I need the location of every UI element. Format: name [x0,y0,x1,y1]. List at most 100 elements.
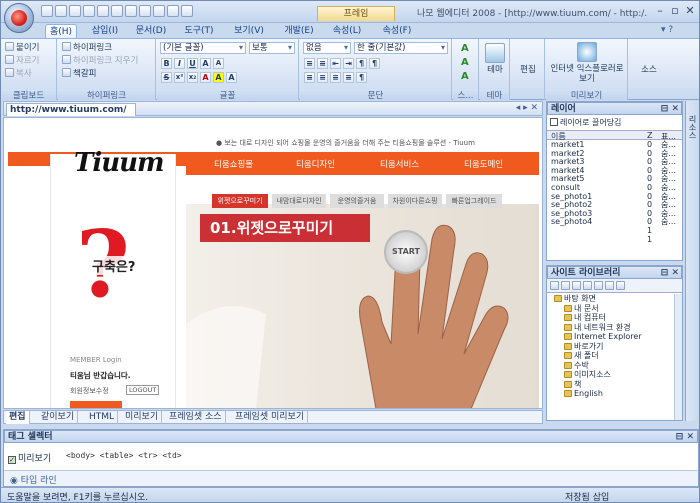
member-edit-link[interactable]: 회원정보수정 [70,386,109,396]
print-icon[interactable] [83,5,95,17]
close-icon[interactable]: ✕ [683,4,697,18]
superscript-button[interactable]: x² [174,72,185,83]
cut-button[interactable]: 자르기 [5,55,39,67]
underline-button[interactable]: U [187,58,198,69]
tree-item[interactable]: English [550,389,679,399]
style-b-icon[interactable]: A [461,57,469,68]
strike-button[interactable]: S [161,72,172,83]
font-face-select[interactable]: (기본 글꼴) [160,42,246,54]
view-tab-html[interactable]: HTML [86,411,119,424]
resource-tab[interactable]: 리소스 [687,115,698,139]
tab-home[interactable]: 홈(H) [45,24,77,39]
ie-preview-button[interactable]: 인터넷 익스플로러로 보기 [550,42,624,84]
tab-insert[interactable]: 삽입(I) [85,24,125,39]
panel-pin-close-icon[interactable]: ⊟ ✕ [661,267,679,279]
properties-icon[interactable] [605,281,614,290]
cut-icon[interactable] [97,5,109,17]
tree-item[interactable]: 바탕 화면 [550,294,679,304]
theme-button[interactable]: 테마 [483,43,507,75]
edit-button[interactable]: 편집 [513,65,543,75]
view-icon[interactable] [616,281,625,290]
source-button[interactable]: 소스 [633,65,665,75]
tree-item[interactable]: Internet Explorer [550,332,679,342]
nav-service[interactable]: 티움서비스 [380,158,419,170]
delete-icon[interactable] [594,281,603,290]
tab-properties-f[interactable]: 속성(F) [375,24,419,39]
align-center-icon[interactable]: ≡ [317,72,328,83]
nav-domain[interactable]: 티움도메인 [464,158,503,170]
doc-tab-nav-icon[interactable]: ◂ ▸ ✕ [516,103,538,113]
layer-drag-option[interactable]: 레이어로 끌어당김 [547,115,682,130]
layer-row[interactable]: se_photo4 0 숨... [547,218,682,227]
view-tab-frameset-source[interactable]: 프레임셋 소스 [166,411,226,424]
indent-icon[interactable]: ⇥ [343,58,354,69]
refresh-icon[interactable] [550,281,559,290]
number-list-icon[interactable]: ≡ [317,58,328,69]
tab-document[interactable]: 문서(D) [129,24,173,39]
align-justify-icon[interactable]: ≡ [343,72,354,83]
ribbon-minimize-icon[interactable]: ▾ ? [661,25,673,35]
font-color-button[interactable]: A [200,72,211,83]
checkbox-icon[interactable] [550,118,558,126]
tree-item[interactable]: 새 폴더 [550,351,679,361]
tree-item[interactable]: 내 컴퓨터 [550,313,679,323]
paste-icon[interactable] [125,5,137,17]
clear-format-button[interactable]: A [226,72,237,83]
document-tab[interactable]: http://www.tiuum.com/ [6,103,136,116]
highlight-button[interactable]: A [213,72,224,83]
app-menu-button[interactable] [4,3,34,33]
redo-icon[interactable] [181,5,193,17]
tree-item[interactable]: 책 [550,380,679,390]
tree-item[interactable]: 내 문서 [550,304,679,314]
remove-hyperlink-button[interactable]: 하이퍼링크 지우기 [62,55,138,67]
preview-toggle[interactable]: ✓ 미리보기 [8,451,51,464]
style-c-icon[interactable]: A [461,71,469,82]
type-line-tab[interactable]: ◉ 타입 라인 [4,471,698,486]
tab-tools[interactable]: 도구(T) [177,24,221,39]
logout-button[interactable]: LOGOUT [126,385,160,395]
subscript-button[interactable]: x₂ [187,72,198,83]
paste-button[interactable]: 붙이기 [5,42,39,54]
new-folder-icon[interactable] [561,281,570,290]
panel-pin-close-icon[interactable]: ⊟ ✕ [661,103,679,115]
context-tab-frame[interactable]: 프레임 [317,6,395,21]
copy-icon[interactable] [111,5,123,17]
layer-row[interactable]: 1 [547,226,682,236]
line-spacing-select[interactable]: 한 줄(기본값) [354,42,448,54]
editor-canvas[interactable]: Tiuum ● 보는 대로 디자인 되어 쇼핑몰 운영의 즐거움을 더해 주는 … [3,117,543,409]
bullet-list-icon[interactable]: ≡ [304,58,315,69]
undo-icon[interactable] [167,5,179,17]
save-icon[interactable] [41,5,53,17]
bookmark-button[interactable]: 책갈피 [62,68,96,80]
copy-button[interactable]: 복사 [5,68,32,80]
preview-icon[interactable] [69,5,81,17]
font-shrink-button[interactable]: A [213,58,224,69]
subnav-upgrade[interactable]: 빠른업그레이드 [446,194,502,208]
font-size-select[interactable]: 보통 [249,42,295,54]
start-button[interactable]: START [384,230,428,274]
nav-design[interactable]: 티움디자인 [296,158,335,170]
upload-icon[interactable] [572,281,581,290]
subnav-fun[interactable]: 운영의즐거움 [330,194,384,208]
maximize-icon[interactable]: ▫ [668,4,682,18]
open-icon[interactable] [55,5,67,17]
style-a-icon[interactable]: A [461,43,469,54]
italic-button[interactable]: I [174,58,185,69]
tree-item[interactable]: 내 네트워크 환경 [550,323,679,333]
panel-pin-close-icon[interactable]: ⊟ ✕ [676,431,694,443]
paragraph-style-select[interactable]: 없음 [303,42,351,54]
tab-properties-l[interactable]: 속성(L) [325,24,369,39]
col-z[interactable]: Z [647,131,652,140]
tab-develop[interactable]: 개발(E) [277,24,321,39]
outdent-icon[interactable]: ⇤ [330,58,341,69]
image-icon[interactable] [153,5,165,17]
view-tab-preview[interactable]: 미리보기 [122,411,163,424]
subnav-widget[interactable]: 위젯으로꾸미기 [212,194,268,208]
view-tab-frameset-preview[interactable]: 프레임셋 미리보기 [232,411,309,424]
tree-item[interactable]: 바로가기 [550,342,679,352]
ltr-icon[interactable]: ¶ [369,58,380,69]
align-left-icon[interactable]: ≡ [304,72,315,83]
tree-item[interactable]: 수박 [550,361,679,371]
layer-row[interactable]: 1 [547,235,682,245]
tree-scrollbar[interactable] [674,294,682,420]
